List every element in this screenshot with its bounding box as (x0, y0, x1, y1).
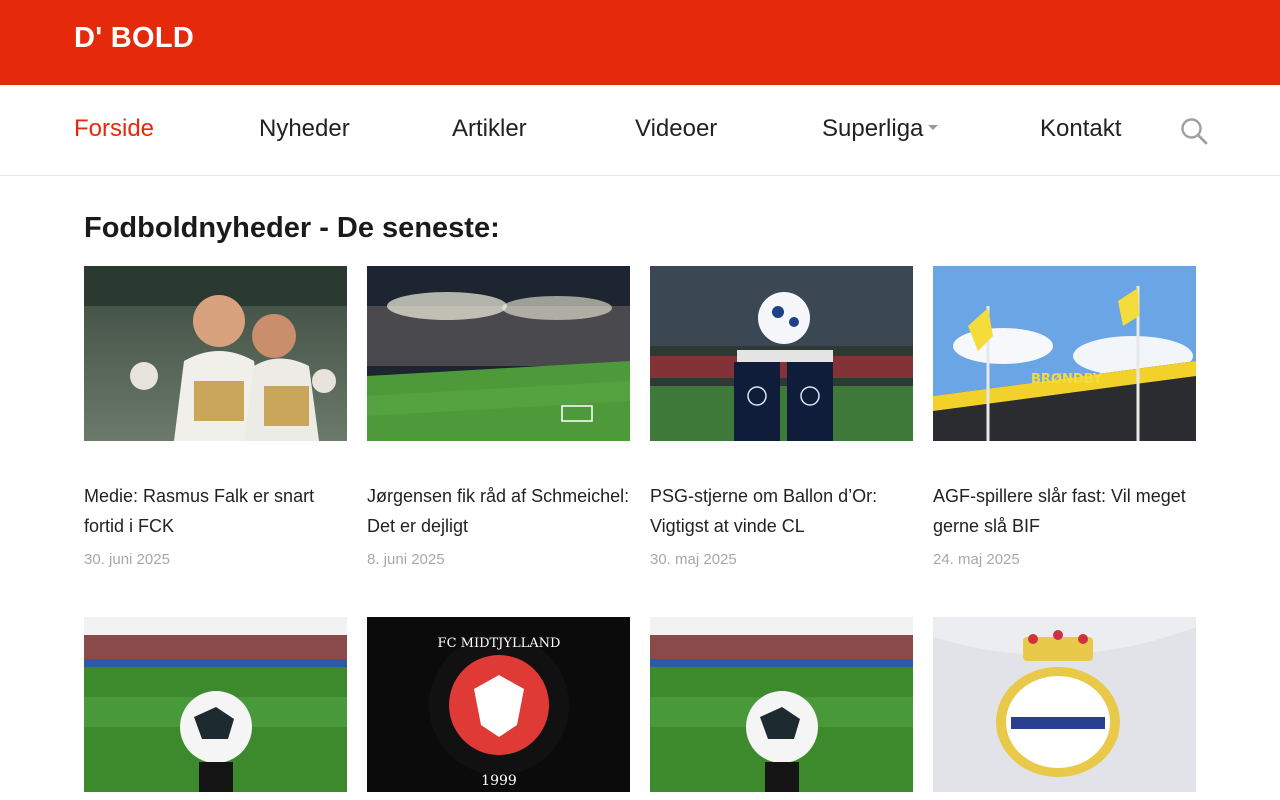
crest-year: 1999 (481, 773, 517, 789)
nav-item-videoer[interactable]: Videoer (635, 115, 717, 143)
article-card[interactable]: FC MIDTJYLLAND 1999 (367, 617, 630, 792)
article-date: 24. maj 2025 (933, 551, 1020, 568)
nav-item-forside[interactable]: Forside (74, 115, 154, 143)
article-card[interactable] (84, 617, 347, 792)
chevron-down-icon (928, 125, 939, 131)
article-title[interactable]: Medie: Rasmus Falk er snart fortid i FCK (84, 481, 347, 541)
article-date: 30. juni 2025 (84, 551, 170, 568)
article-title[interactable]: PSG-stjerne om Ballon d’Or: Vigtigst at … (650, 481, 913, 541)
article-image[interactable]: FC MIDTJYLLAND 1999 (367, 617, 630, 792)
article-image[interactable]: BRØNDBY (933, 266, 1196, 441)
article-card[interactable]: Medie: Rasmus Falk er snart fortid i FCK… (84, 266, 347, 568)
article-card[interactable]: BRØNDBY AGF-spillere slår fast: Vil mege… (933, 266, 1196, 568)
article-title[interactable]: Jørgensen fik råd af Schmeichel: Det er … (367, 481, 630, 541)
article-title[interactable]: AGF-spillere slår fast: Vil meget gerne … (933, 481, 1196, 541)
article-card[interactable] (650, 617, 913, 792)
stadium-sign-text: BRØNDBY (1031, 372, 1103, 387)
nav-item-superliga[interactable]: Superliga (822, 115, 939, 143)
nav-item-artikler[interactable]: Artikler (452, 115, 527, 143)
page-title: Fodboldnyheder - De seneste: (84, 212, 500, 244)
nav-item-superliga-label: Superliga (822, 115, 924, 142)
article-image[interactable] (367, 266, 630, 441)
article-image[interactable] (650, 266, 913, 441)
article-card[interactable] (933, 617, 1196, 792)
article-image[interactable] (650, 617, 913, 792)
nav-item-kontakt[interactable]: Kontakt (1040, 115, 1121, 143)
article-date: 30. maj 2025 (650, 551, 737, 568)
site-header: D' BOLD (0, 0, 1280, 85)
crest-text: FC MIDTJYLLAND (438, 636, 561, 651)
nav-item-nyheder[interactable]: Nyheder (259, 115, 350, 143)
article-image[interactable] (84, 266, 347, 441)
site-logo[interactable]: D' BOLD (74, 22, 194, 55)
article-date: 8. juni 2025 (367, 551, 445, 568)
article-card[interactable]: Jørgensen fik råd af Schmeichel: Det er … (367, 266, 630, 568)
article-image[interactable] (933, 617, 1196, 792)
main-nav: Forside Nyheder Artikler Videoer Superli… (0, 85, 1280, 176)
article-card[interactable]: PSG-stjerne om Ballon d’Or: Vigtigst at … (650, 266, 913, 568)
article-image[interactable] (84, 617, 347, 792)
search-icon[interactable] (1180, 117, 1208, 145)
